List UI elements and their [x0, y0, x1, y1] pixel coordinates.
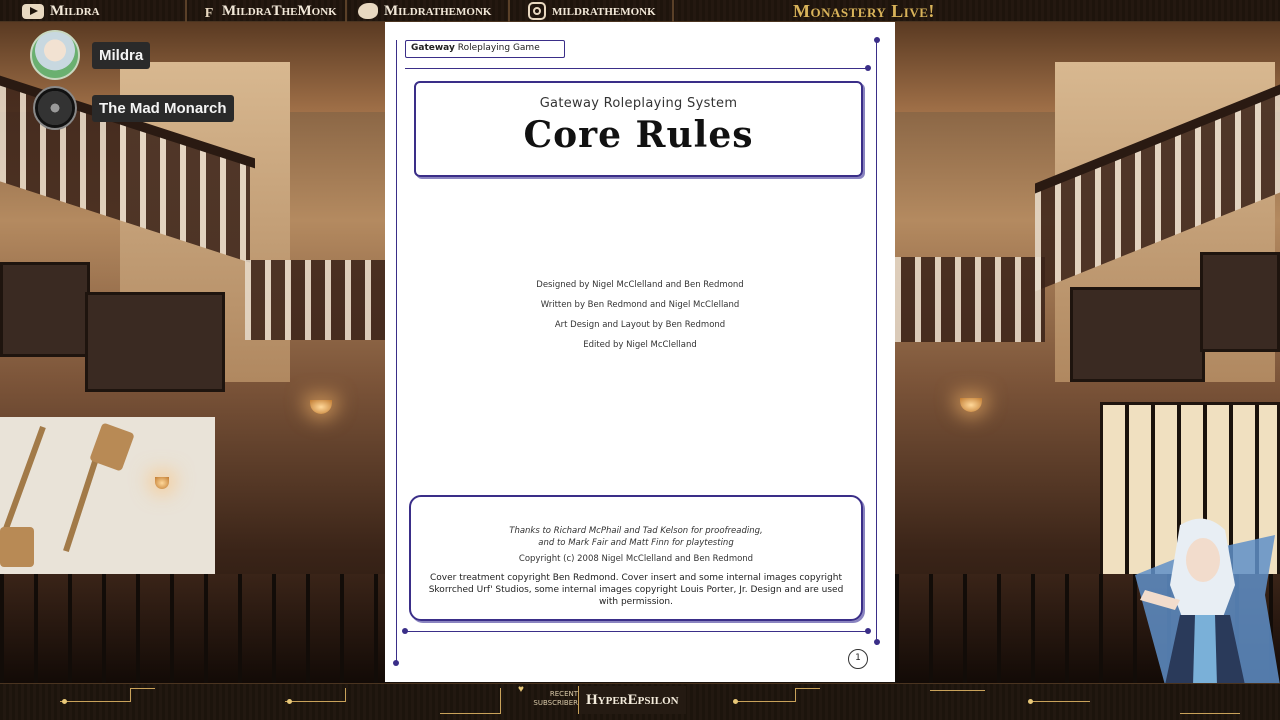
chalkboard-panel — [1070, 287, 1205, 382]
avatar — [30, 30, 80, 80]
cover-notice: Cover treatment copyright Ben Redmond. C… — [428, 573, 844, 607]
document-title: Core Rules — [523, 114, 754, 156]
twitter-name: Mildrathemonk — [384, 2, 492, 19]
ceiling-lamp — [310, 400, 332, 414]
credit-line: Written by Ben Redmond and Nigel McClell… — [540, 300, 740, 310]
youtube-link[interactable]: Mildra — [22, 0, 100, 22]
title-kicker: Gateway Roleplaying System — [539, 96, 738, 111]
thanks-line: Thanks to Richard McPhail and Tad Kelson… — [509, 526, 763, 536]
character-art — [1135, 518, 1280, 685]
instagram-name: mildrathemonk — [552, 2, 656, 19]
divider — [508, 0, 510, 22]
host-name: The Mad Monarch — [92, 94, 234, 122]
divider — [345, 0, 347, 22]
instagram-icon — [528, 2, 546, 20]
thanks-line: and to Mark Fair and Matt Finn for playt… — [538, 538, 734, 548]
twitter-link[interactable]: Mildrathemonk — [358, 0, 491, 22]
host-name: Mildra — [92, 41, 151, 69]
recent-subscriber-name: HyperEpsilon — [578, 686, 686, 714]
document-header-tag: Gateway Roleplaying Game — [405, 40, 565, 58]
facebook-link[interactable]: f MildraTheMonk — [202, 0, 337, 22]
credit-line: Designed by Nigel McClelland and Ben Red… — [536, 280, 744, 290]
page-number: 1 — [848, 649, 868, 669]
floor-railing — [0, 574, 390, 684]
balcony-balusters-2 — [895, 257, 1045, 342]
host-badge: Mildra — [30, 30, 151, 80]
ceiling-lamp — [960, 398, 982, 412]
chalkboard-panel — [85, 292, 225, 392]
title-box: Gateway Roleplaying System Core Rules — [414, 81, 863, 177]
youtube-name: Mildra — [50, 2, 100, 19]
header-rest: Roleplaying Game — [454, 43, 540, 53]
avatar — [33, 86, 77, 130]
stream-title: Monastery Live! — [793, 0, 935, 21]
heart-icon: ♥ — [518, 684, 524, 695]
facebook-name: MildraTheMonk — [222, 2, 337, 19]
header-bold: Gateway — [411, 43, 455, 53]
instagram-link[interactable]: mildrathemonk — [528, 0, 656, 22]
top-social-bar: Mildra f MildraTheMonk Mildrathemonk mil… — [0, 0, 1280, 22]
chalkboard-panel — [0, 262, 90, 357]
balcony-balusters-2 — [245, 260, 390, 340]
divider — [185, 0, 187, 22]
copyright-line: Copyright (c) 2008 Nigel McClelland and … — [518, 554, 754, 564]
acknowledgements-box: Thanks to Richard McPhail and Tad Kelson… — [409, 495, 863, 621]
youtube-icon — [22, 3, 44, 19]
host-badge: The Mad Monarch — [30, 86, 234, 130]
twitter-icon — [358, 3, 378, 19]
facebook-icon: f — [204, 0, 214, 22]
frame-bottom-line — [405, 631, 867, 632]
recent-subscriber-label: RECENT SUBSCRIBER — [533, 690, 578, 707]
frame-top-line — [405, 68, 867, 69]
credit-line: Art Design and Layout by Ben Redmond — [554, 320, 726, 330]
frame-left-line — [396, 40, 397, 665]
tools-wall — [0, 417, 215, 587]
document-page: Gateway Roleplaying Game Gateway Rolepla… — [385, 22, 895, 682]
credit-line: Edited by Nigel McClelland — [583, 340, 697, 350]
chalkboard-panel — [1200, 252, 1280, 352]
divider — [672, 0, 674, 22]
